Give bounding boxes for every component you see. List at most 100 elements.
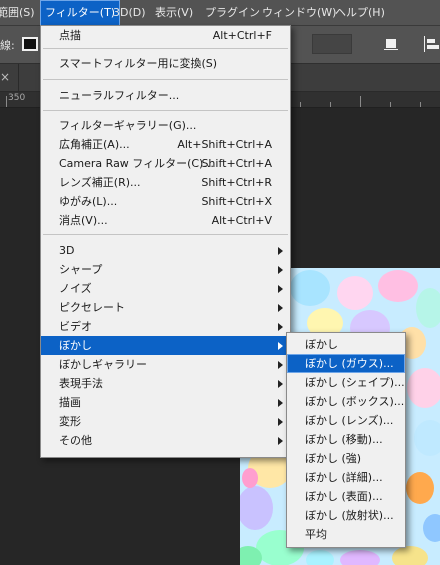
menu-item-lens-correction[interactable]: レンズ補正(R)... Shift+Ctrl+R <box>41 173 290 192</box>
submenu-item-shape-blur[interactable]: ぼかし (シェイプ)... <box>287 373 405 392</box>
submenu-arrow-icon <box>278 247 283 255</box>
ruler-tick <box>330 102 331 107</box>
menubar-help[interactable]: ヘルプ(H) <box>330 0 390 26</box>
menu-item-stylize[interactable]: 表現手法 <box>41 374 290 393</box>
ruler-tick-label: 350 <box>8 93 26 103</box>
menu-item-label: ゆがみ(L)... <box>59 195 118 208</box>
menu-item-sharpen[interactable]: シャープ <box>41 260 290 279</box>
tab-divider <box>18 64 19 92</box>
submenu-item-surface-blur[interactable]: ぼかし (表面)... <box>287 487 405 506</box>
submenu-item-blur-more[interactable]: ぼかし (強) <box>287 449 405 468</box>
menu-item-blur[interactable]: ぼかし <box>41 336 290 355</box>
blur-submenu: ぼかし ぼかし (ガウス)... ぼかし (シェイプ)... ぼかし (ボックス… <box>286 332 406 548</box>
submenu-item-gaussian-blur[interactable]: ぼかし (ガウス)... <box>287 354 405 373</box>
menu-separator <box>43 110 288 111</box>
menu-item-label: ぼかし (移動)... <box>305 433 383 446</box>
menubar-window[interactable]: ウィンドウ(W) <box>257 0 341 26</box>
submenu-item-radial-blur[interactable]: ぼかし (放射状)... <box>287 506 405 525</box>
menu-item-label: ぼかし <box>59 339 92 352</box>
menu-item-adaptive-wide-angle[interactable]: 広角補正(A)... Alt+Shift+Ctrl+A <box>41 135 290 154</box>
menubar-plugins[interactable]: プラグイン <box>200 0 265 26</box>
menu-item-label: 広角補正(A)... <box>59 138 130 151</box>
submenu-arrow-icon <box>278 304 283 312</box>
menu-item-label: ぼかし (レンズ)... <box>305 414 394 427</box>
menu-item-label: ニューラルフィルター... <box>59 89 180 102</box>
ruler-tick <box>300 102 301 107</box>
menu-item-neural-filters[interactable]: ニューラルフィルター... <box>41 86 290 105</box>
menubar-view[interactable]: 表示(V) <box>150 0 198 26</box>
menu-separator <box>43 48 288 49</box>
menu-separator <box>43 234 288 235</box>
submenu-arrow-icon <box>278 361 283 369</box>
menu-item-label: ぼかし (ボックス)... <box>305 395 405 408</box>
menu-item-blur-gallery[interactable]: ぼかしギャラリー <box>41 355 290 374</box>
menubar-3d[interactable]: 3D(D) <box>108 0 151 26</box>
stroke-swatch[interactable] <box>22 37 38 51</box>
menu-item-convert-smart-filters[interactable]: スマートフィルター用に変換(S) <box>41 54 290 73</box>
menu-item-label: ぼかし (強) <box>305 452 362 465</box>
menu-item-shortcut: Alt+Ctrl+F <box>212 29 272 42</box>
menu-item-label: ビデオ <box>59 320 92 333</box>
menu-item-label: スマートフィルター用に変換(S) <box>59 57 218 70</box>
submenu-item-blur[interactable]: ぼかし <box>287 335 405 354</box>
menu-item-filter-gallery[interactable]: フィルターギャラリー(G)... <box>41 116 290 135</box>
submenu-arrow-icon <box>278 418 283 426</box>
submenu-arrow-icon <box>278 437 283 445</box>
ruler-tick <box>420 102 421 107</box>
menu-item-label: フィルターギャラリー(G)... <box>59 119 197 132</box>
path-arrange-icon[interactable] <box>422 36 440 52</box>
value-field[interactable] <box>312 34 352 54</box>
submenu-arrow-icon <box>278 399 283 407</box>
menu-item-label: 平均 <box>305 528 327 541</box>
menu-item-label: その他 <box>59 434 92 447</box>
menu-item-stippling[interactable]: 点描 Alt+Ctrl+F <box>41 26 290 45</box>
ruler-tick <box>390 102 391 107</box>
menu-item-other[interactable]: その他 <box>41 431 290 450</box>
menu-item-label: レンズ補正(R)... <box>59 176 141 189</box>
menu-item-label: ぼかし <box>305 338 338 351</box>
menubar-select[interactable]: 範囲(S) <box>0 0 40 26</box>
menu-item-shortcut: Shift+Ctrl+A <box>201 157 272 170</box>
submenu-arrow-icon <box>278 285 283 293</box>
menu-item-label: 3D <box>59 244 75 257</box>
stroke-label: 線: <box>0 39 15 52</box>
menu-item-shortcut: Alt+Shift+Ctrl+A <box>177 138 272 151</box>
menu-item-label: 描画 <box>59 396 81 409</box>
tab-close-icon[interactable]: × <box>0 70 10 84</box>
menu-item-label: 表現手法 <box>59 377 103 390</box>
filter-menu: 点描 Alt+Ctrl+F スマートフィルター用に変換(S) ニューラルフィルター… <box>40 25 291 458</box>
submenu-arrow-icon <box>278 266 283 274</box>
menu-item-label: ぼかし (シェイプ)... <box>305 376 405 389</box>
submenu-item-box-blur[interactable]: ぼかし (ボックス)... <box>287 392 405 411</box>
menu-item-label: ぼかし (詳細)... <box>305 471 383 484</box>
menu-item-camera-raw[interactable]: Camera Raw フィルター(C)... Shift+Ctrl+A <box>41 154 290 173</box>
menu-item-label: ピクセレート <box>59 301 125 314</box>
menu-item-label: Camera Raw フィルター(C)... <box>59 157 214 170</box>
menu-item-label: ぼかし (表面)... <box>305 490 383 503</box>
submenu-arrow-icon <box>278 323 283 331</box>
menu-item-3d[interactable]: 3D <box>41 241 290 260</box>
menu-item-video[interactable]: ビデオ <box>41 317 290 336</box>
menu-item-vanishing-point[interactable]: 消点(V)... Alt+Ctrl+V <box>41 211 290 230</box>
menu-item-distort[interactable]: 変形 <box>41 412 290 431</box>
align-edges-icon[interactable] <box>384 37 398 51</box>
menu-item-label: シャープ <box>59 263 103 276</box>
menu-item-label: 変形 <box>59 415 81 428</box>
menu-item-noise[interactable]: ノイズ <box>41 279 290 298</box>
menu-item-label: 消点(V)... <box>59 214 108 227</box>
menu-separator <box>43 79 288 80</box>
menu-item-pixelate[interactable]: ピクセレート <box>41 298 290 317</box>
ruler-tick <box>6 96 7 107</box>
submenu-arrow-icon <box>278 380 283 388</box>
menu-item-render[interactable]: 描画 <box>41 393 290 412</box>
ruler-tick <box>360 96 361 107</box>
submenu-item-lens-blur[interactable]: ぼかし (レンズ)... <box>287 411 405 430</box>
menu-item-liquify[interactable]: ゆがみ(L)... Shift+Ctrl+X <box>41 192 290 211</box>
submenu-item-smart-blur[interactable]: ぼかし (詳細)... <box>287 468 405 487</box>
submenu-item-motion-blur[interactable]: ぼかし (移動)... <box>287 430 405 449</box>
menu-item-label: ぼかしギャラリー <box>59 358 147 371</box>
menu-item-shortcut: Alt+Ctrl+V <box>211 214 272 227</box>
menu-item-shortcut: Shift+Ctrl+X <box>201 195 272 208</box>
submenu-item-average[interactable]: 平均 <box>287 525 405 544</box>
menu-bar: 範囲(S) フィルター(T) 3D(D) 表示(V) プラグイン ウィンドウ(W… <box>0 0 440 26</box>
